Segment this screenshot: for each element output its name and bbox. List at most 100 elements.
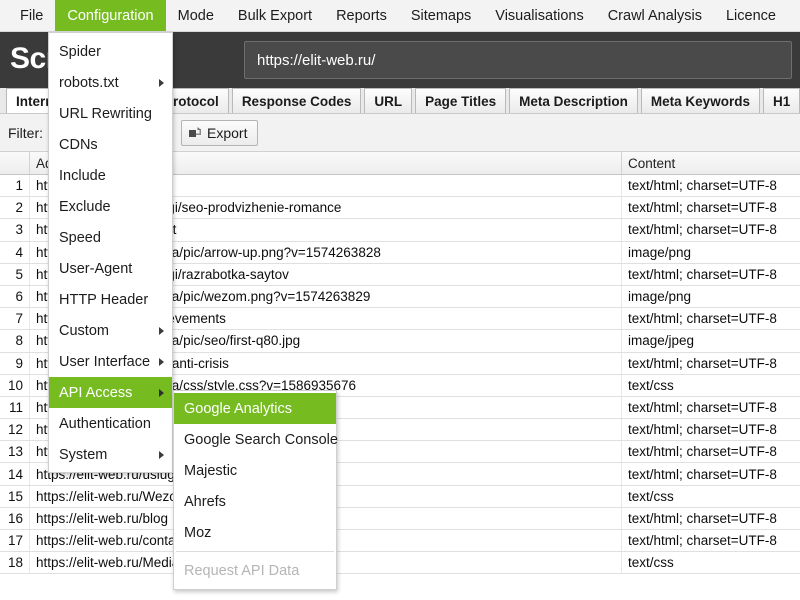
row-content-type: text/html; charset=UTF-8 — [628, 399, 777, 415]
menu-help[interactable]: Help — [788, 0, 800, 31]
submenu-item-label: Google Analytics — [184, 400, 293, 417]
screaming-frog-window: Scrrog https://elit-web.ru/ Internal Ext… — [0, 0, 800, 600]
chevron-right-icon — [159, 450, 164, 459]
menu-item-spider[interactable]: Spider — [49, 36, 172, 67]
menu-reports[interactable]: Reports — [324, 0, 399, 31]
menu-sitemaps[interactable]: Sitemaps — [399, 0, 483, 31]
menu-licence[interactable]: Licence — [714, 0, 788, 31]
menu-item-include[interactable]: Include — [49, 160, 172, 191]
menu-label: Bulk Export — [237, 7, 313, 24]
tab-label: Meta Description — [519, 93, 628, 109]
menu-label: Configuration — [67, 7, 154, 24]
tab-page-titles[interactable]: Page Titles — [415, 88, 507, 113]
menu-mode[interactable]: Mode — [166, 0, 226, 31]
menu-label: Visualisations — [495, 7, 584, 24]
menu-item-label: robots.txt — [59, 74, 119, 91]
menu-item-label: Spider — [59, 43, 101, 60]
row-number: 12 — [0, 419, 30, 441]
row-number: 2 — [0, 197, 30, 219]
menu-item-user-agent[interactable]: User-Agent — [49, 253, 172, 284]
menu-item-label: User Interface — [59, 353, 151, 370]
submenu-item-request-api-data: Request API Data — [174, 555, 336, 586]
row-number: 6 — [0, 285, 30, 308]
menu-bulk-export[interactable]: Bulk Export — [226, 0, 324, 31]
tab-url[interactable]: URL — [364, 88, 413, 113]
menu-label: Licence — [725, 7, 776, 24]
menu-label: Reports — [336, 7, 387, 24]
url-input[interactable]: https://elit-web.ru/ — [244, 41, 792, 79]
tab-response-codes[interactable]: Response Codes — [231, 88, 362, 113]
menu-crawl-analysis[interactable]: Crawl Analysis — [596, 0, 714, 31]
table-row[interactable]: 18 https://elit-web.ru/Media/main.css?v=… — [0, 552, 800, 575]
menu-item-label: Exclude — [59, 198, 111, 215]
chevron-right-icon — [159, 326, 164, 335]
filter-label: Filter: — [8, 124, 43, 141]
menu-item-authentication[interactable]: Authentication — [49, 408, 172, 439]
grid-header-rownum — [0, 152, 30, 174]
row-content-type: text/html; charset=UTF-8 — [628, 444, 777, 460]
row-number: 4 — [0, 241, 30, 263]
chevron-right-icon — [159, 357, 164, 366]
row-number: 13 — [0, 441, 30, 463]
menu-item-url-rewriting[interactable]: URL Rewriting — [49, 98, 172, 129]
tab-h1[interactable]: H1 — [762, 88, 800, 113]
menu-item-http-header[interactable]: HTTP Header — [49, 284, 172, 315]
menu-item-system[interactable]: System — [49, 439, 172, 470]
submenu-item-google-analytics[interactable]: Google Analytics — [174, 393, 336, 424]
row-number: 10 — [0, 374, 30, 396]
submenu-item-ahrefs[interactable]: Ahrefs — [174, 486, 336, 517]
row-content-type: image/jpeg — [628, 333, 695, 349]
menu-visualisations[interactable]: Visualisations — [483, 0, 595, 31]
menu-item-user-interface[interactable]: User Interface — [49, 346, 172, 377]
menu-file[interactable]: File — [8, 0, 55, 31]
table-row[interactable]: 16 https://elit-web.ru/blog text/html; c… — [0, 507, 800, 530]
row-number: 7 — [0, 308, 30, 330]
main-menu-bar[interactable]: File Configuration Mode Bulk Export Repo… — [0, 0, 800, 32]
submenu-item-google-search-console[interactable]: Google Search Console — [174, 424, 338, 455]
configuration-dropdown-menu[interactable]: Spider robots.txt URL Rewriting CDNs Inc… — [48, 32, 173, 473]
menu-item-label: Custom — [59, 322, 109, 339]
menu-item-cdns[interactable]: CDNs — [49, 129, 172, 160]
row-content-type: image/png — [628, 289, 692, 305]
row-number: 8 — [0, 330, 30, 352]
row-content-type: text/html; charset=UTF-8 — [628, 178, 777, 194]
submenu-item-moz[interactable]: Moz — [174, 517, 336, 548]
api-access-submenu[interactable]: Google Analytics Google Search Console M… — [173, 390, 338, 590]
row-number: 16 — [0, 507, 30, 529]
menu-label: Crawl Analysis — [607, 7, 702, 24]
tab-meta-description[interactable]: Meta Description — [509, 88, 638, 113]
chevron-right-icon — [159, 78, 164, 87]
row-content-type: image/png — [628, 244, 692, 260]
menu-item-label: URL Rewriting — [59, 105, 152, 122]
row-number: 11 — [0, 396, 30, 419]
menu-item-label: System — [59, 446, 108, 463]
row-number: 5 — [0, 263, 30, 285]
menu-item-label: API Access — [59, 384, 133, 401]
tab-label: Meta Keywords — [650, 93, 750, 109]
menu-item-label: Authentication — [59, 415, 151, 432]
submenu-item-label: Majestic — [184, 462, 238, 479]
url-input-value: https://elit-web.ru/ — [257, 51, 376, 69]
row-content-type: text/html; charset=UTF-8 — [628, 311, 777, 327]
menu-item-label: User-Agent — [59, 260, 133, 277]
menu-item-robots-txt[interactable]: robots.txt — [49, 67, 172, 98]
menu-item-label: CDNs — [59, 136, 98, 153]
row-content-type: text/html; charset=UTF-8 — [628, 266, 777, 282]
menu-item-label: HTTP Header — [59, 291, 149, 308]
tab-meta-keywords[interactable]: Meta Keywords — [640, 88, 760, 113]
tab-label: Response Codes — [241, 93, 352, 109]
menu-item-speed[interactable]: Speed — [49, 222, 172, 253]
menu-item-api-access[interactable]: API Access — [49, 377, 172, 408]
table-row[interactable]: 15 https://elit-web.ru/Wezom/theme.css t… — [0, 485, 800, 508]
menu-configuration[interactable]: Configuration — [55, 0, 166, 31]
menu-item-custom[interactable]: Custom — [49, 315, 172, 346]
menu-item-exclude[interactable]: Exclude — [49, 191, 172, 222]
row-content-type: text/html; charset=UTF-8 — [628, 533, 777, 549]
export-button[interactable]: Export — [181, 119, 259, 146]
submenu-item-majestic[interactable]: Majestic — [174, 455, 336, 486]
tab-label: Page Titles — [425, 93, 497, 109]
row-number: 9 — [0, 352, 30, 374]
grid-header-content[interactable]: Content — [622, 152, 800, 174]
table-row[interactable]: 17 https://elit-web.ru/contacts text/htm… — [0, 530, 800, 553]
submenu-item-label: Request API Data — [184, 562, 300, 579]
